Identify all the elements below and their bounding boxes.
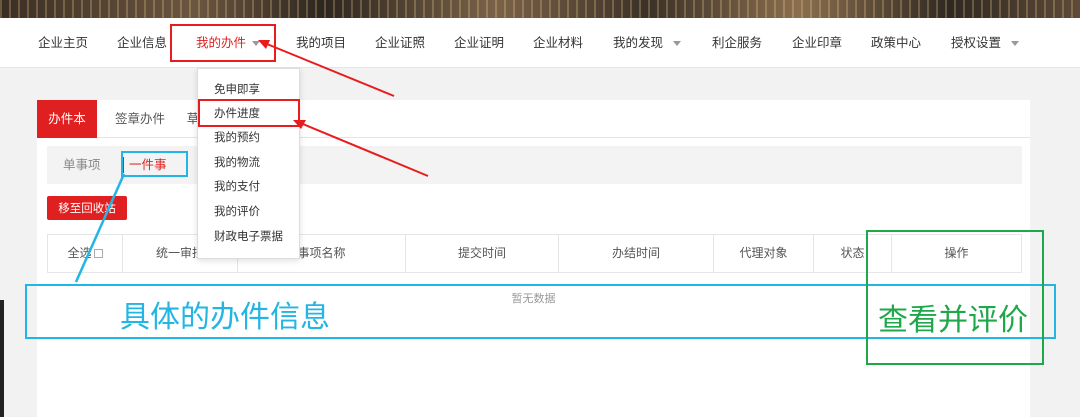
dropdown-item-logistics[interactable]: 我的物流 (214, 152, 260, 172)
annotation-box-one-thing (121, 151, 188, 177)
nav-item-authorization[interactable]: 授权设置 (951, 18, 1020, 68)
annotation-box-case-progress (198, 99, 300, 127)
top-nav: 企业主页 企业信息 我的办件 我的项目 企业证照 企业证明 企业材料 我的发现 … (0, 18, 1080, 68)
select-all-header[interactable]: 全选 (48, 235, 123, 272)
dropdown-item-exempt-apply[interactable]: 免申即享 (214, 79, 260, 99)
nav-item-discover[interactable]: 我的发现 (613, 18, 682, 68)
chevron-down-icon (1011, 41, 1020, 46)
tab-case-book[interactable]: 办件本 (37, 100, 97, 138)
nav-item-projects[interactable]: 我的项目 (296, 18, 346, 68)
column-header: 提交时间 (406, 235, 559, 272)
nav-item-certificates[interactable]: 企业证明 (454, 18, 504, 68)
dropdown-item-reviews[interactable]: 我的评价 (214, 201, 260, 221)
column-header: 办结时间 (559, 235, 714, 272)
nav-item-discover-label: 我的发现 (613, 35, 664, 50)
nav-item-policy[interactable]: 政策中心 (871, 18, 921, 68)
tab-signed-cases[interactable]: 签章办件 (105, 100, 175, 138)
background-strip (0, 300, 4, 417)
select-all-label: 全选 (67, 246, 92, 260)
dropdown-item-appointments[interactable]: 我的预约 (214, 127, 260, 147)
annotation-box-my-cases (170, 24, 276, 62)
nav-item-licenses[interactable]: 企业证照 (375, 18, 425, 68)
dropdown-item-e-invoices[interactable]: 财政电子票据 (214, 226, 283, 246)
column-header: 代理对象 (714, 235, 814, 272)
annotation-detail-text: 具体的办件信息 (120, 300, 330, 335)
annotation-action-text: 查看并评价 (878, 303, 1028, 338)
my-cases-dropdown: 免申即享 办件进度 我的预约 我的物流 我的支付 我的评价 财政电子票据 (197, 68, 300, 259)
nav-item-seals[interactable]: 企业印章 (792, 18, 842, 68)
nav-item-materials[interactable]: 企业材料 (533, 18, 583, 68)
nav-item-authorization-label: 授权设置 (951, 35, 1002, 50)
chevron-down-icon (673, 41, 682, 46)
nav-item-info[interactable]: 企业信息 (117, 18, 167, 68)
dropdown-item-payments[interactable]: 我的支付 (214, 176, 260, 196)
move-to-recycle-button[interactable]: 移至回收站 (47, 196, 127, 220)
checkbox-icon[interactable] (93, 249, 103, 258)
case-type-subtabs: 单事项 一件事 (47, 146, 1022, 184)
header-banner (0, 0, 1080, 18)
nav-item-home[interactable]: 企业主页 (38, 18, 88, 68)
case-tabs: 办件本 签章办件 草 (37, 100, 1030, 138)
subtab-single-item[interactable]: 单事项 (63, 146, 101, 184)
nav-item-services[interactable]: 利企服务 (712, 18, 762, 68)
